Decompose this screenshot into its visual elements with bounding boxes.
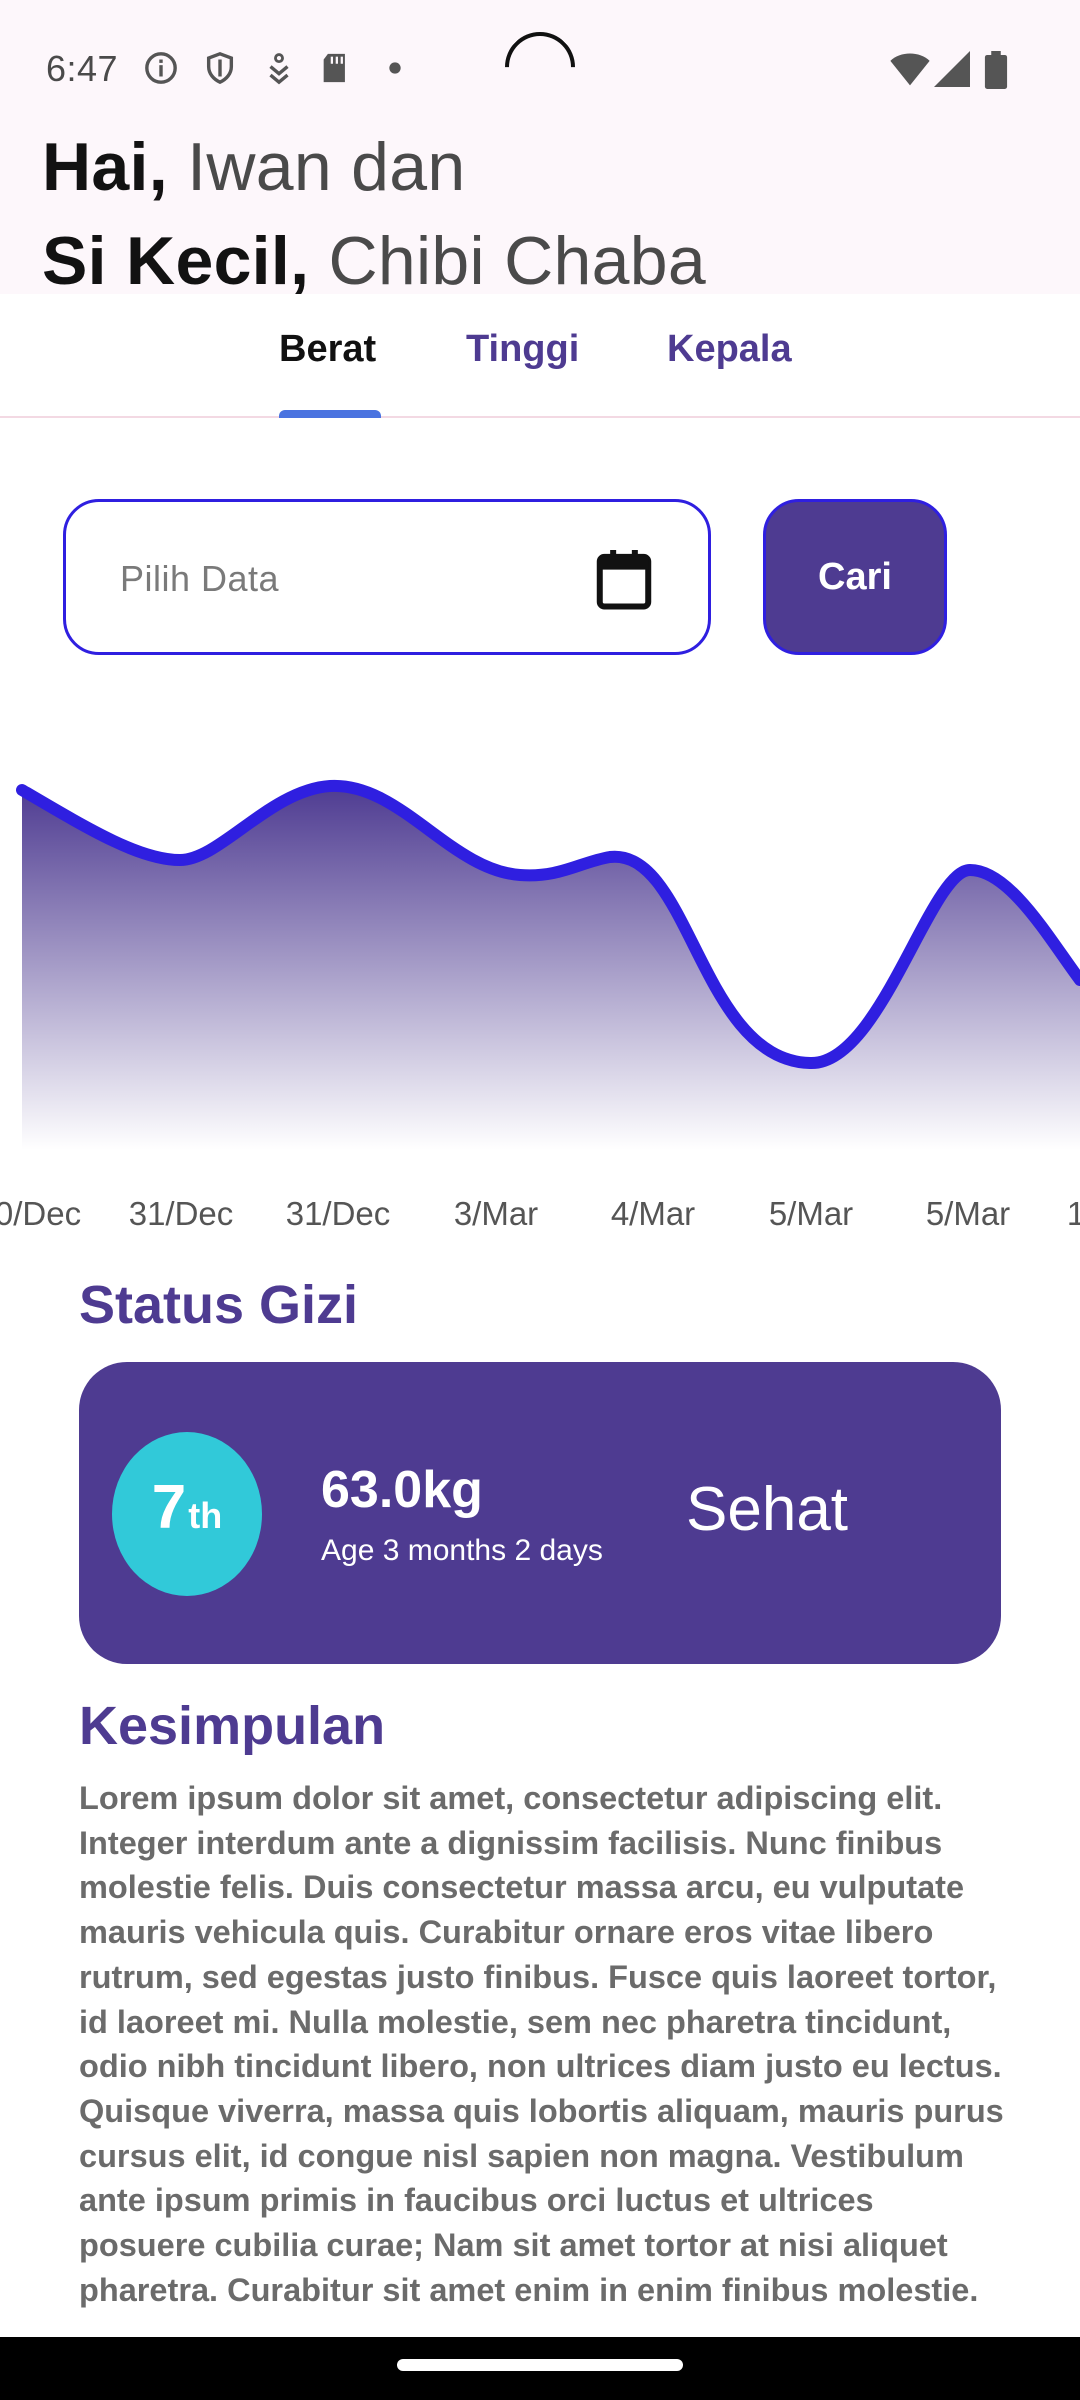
download-icon bbox=[269, 53, 289, 85]
wifi-icon bbox=[890, 53, 930, 86]
x-tick-label: 1 bbox=[1066, 1195, 1080, 1232]
chart-x-axis: 0/Dec 31/Dec 31/Dec 3/Mar 4/Mar 5/Mar 5/… bbox=[0, 1195, 1080, 1245]
info-icon bbox=[145, 52, 177, 84]
chart-area-fill bbox=[22, 785, 1080, 1150]
child-prefix: Si Kecil, bbox=[42, 223, 310, 299]
date-picker-field[interactable]: Pilih Data bbox=[63, 499, 711, 655]
percentile-suffix: th bbox=[188, 1495, 223, 1536]
greeting-line-1: Hai, Iwan dan bbox=[42, 128, 466, 206]
date-placeholder: Pilih Data bbox=[120, 558, 280, 599]
tab-kepala[interactable]: Kepala bbox=[667, 328, 792, 371]
x-tick-label: 5/Mar bbox=[768, 1195, 854, 1232]
x-tick-label: 31/Dec bbox=[285, 1195, 391, 1232]
camera-cutout bbox=[490, 17, 590, 117]
battery-icon bbox=[984, 51, 1008, 89]
x-tick-label: 3/Mar bbox=[453, 1195, 539, 1232]
parent-name: Iwan dan bbox=[187, 129, 466, 205]
signal-icon bbox=[934, 51, 970, 87]
health-status: Sehat bbox=[686, 1475, 849, 1544]
weight-chart bbox=[16, 779, 1080, 1150]
dot-icon bbox=[389, 62, 401, 74]
age-text: Age 3 months 2 days bbox=[321, 1534, 603, 1567]
shield-icon bbox=[206, 52, 234, 85]
x-tick-label: 4/Mar bbox=[610, 1195, 696, 1232]
status-card: 7 th 63.0kg Age 3 months 2 days Sehat bbox=[79, 1362, 1001, 1664]
x-tick-label: 31/Dec bbox=[128, 1195, 234, 1232]
tab-tinggi[interactable]: Tinggi bbox=[466, 328, 579, 371]
greeting-line-2: Si Kecil, Chibi Chaba bbox=[42, 222, 706, 300]
home-gesture-handle[interactable] bbox=[397, 2359, 683, 2371]
percentile-number: 7 bbox=[151, 1473, 187, 1542]
percentile-badge: 7 th bbox=[112, 1432, 262, 1596]
status-gizi-title: Status Gizi bbox=[79, 1275, 359, 1335]
kesimpulan-title: Kesimpulan bbox=[79, 1696, 386, 1756]
x-tick-label: 5/Mar bbox=[925, 1195, 1011, 1232]
status-time: 6:47 bbox=[46, 48, 119, 89]
calendar-icon[interactable] bbox=[596, 550, 652, 610]
x-tick-label: 0/Dec bbox=[0, 1195, 82, 1232]
active-tab-indicator bbox=[279, 410, 381, 418]
tab-bar: Berat Tinggi Kepala bbox=[0, 294, 1080, 418]
greeting-prefix: Hai, bbox=[42, 129, 168, 205]
kesimpulan-body: Lorem ipsum dolor sit amet, consectetur … bbox=[79, 1780, 1004, 2308]
child-name: Chibi Chaba bbox=[328, 223, 707, 299]
status-bar: 6:47 bbox=[0, 0, 1080, 136]
sd-card-icon bbox=[323, 53, 345, 83]
tab-berat[interactable]: Berat bbox=[279, 328, 376, 371]
search-button[interactable]: Cari bbox=[763, 499, 947, 655]
weight-value: 63.0kg bbox=[321, 1461, 483, 1519]
